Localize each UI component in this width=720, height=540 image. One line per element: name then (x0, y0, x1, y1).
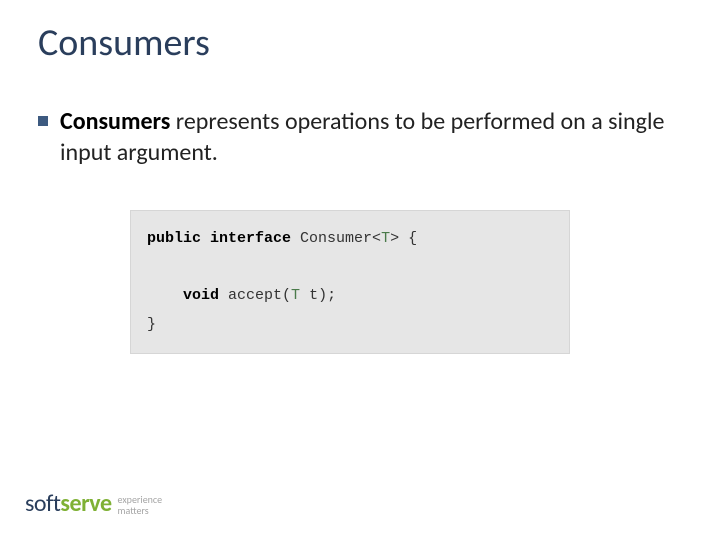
logo-text: softserve (25, 489, 112, 518)
code-line-2: void accept(T t); (147, 282, 553, 311)
bullet-bold: Consumers (60, 107, 170, 136)
bullet-text: Consumers represents operations to be pe… (60, 106, 682, 168)
slide-title: Consumers (38, 20, 210, 66)
bullet-icon (38, 116, 48, 126)
code-block: public interface Consumer<T> { void acce… (130, 210, 570, 354)
logo-tagline: experience matters (118, 494, 163, 516)
slide-body: Consumers represents operations to be pe… (38, 106, 682, 168)
bullet-item: Consumers represents operations to be pe… (38, 106, 682, 168)
slide: Consumers Consumers represents operation… (0, 0, 720, 540)
code-line-1: public interface Consumer<T> { (147, 225, 553, 254)
code-line-blank (147, 254, 553, 283)
logo: softserve experience matters (25, 489, 162, 518)
code-line-3: } (147, 311, 553, 340)
